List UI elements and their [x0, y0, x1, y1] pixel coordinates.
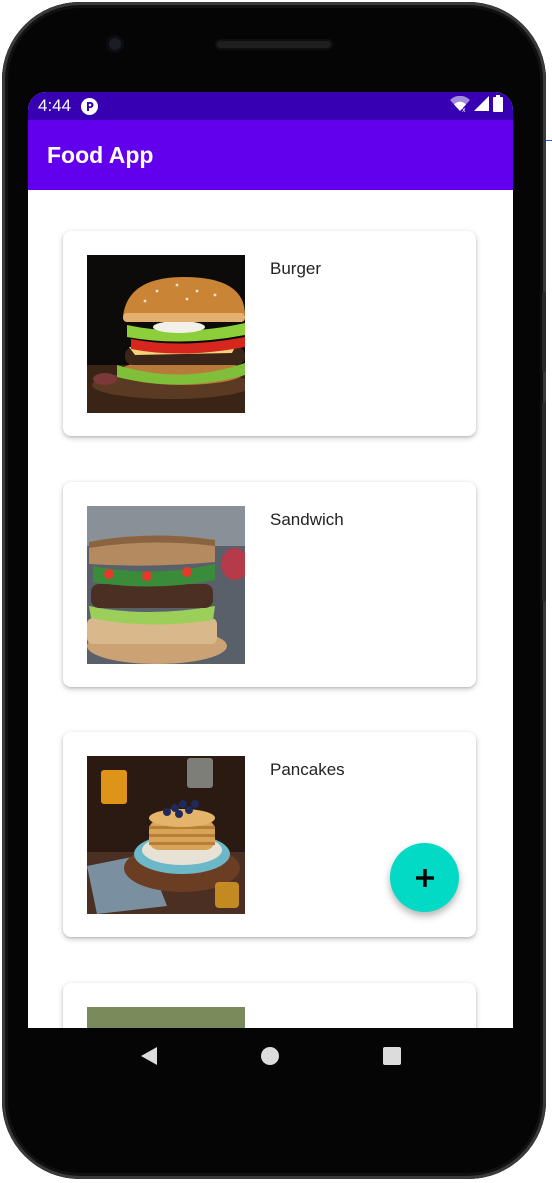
status-time: 4:44	[38, 96, 72, 115]
app-bar: Food App	[28, 120, 513, 190]
plus-icon	[415, 868, 434, 887]
earpiece-speaker	[215, 39, 333, 50]
svg-text:x: x	[462, 107, 466, 112]
app-title: Food App	[47, 141, 154, 168]
recents-icon[interactable]	[382, 1046, 402, 1071]
food-image	[87, 756, 245, 914]
front-camera	[106, 35, 124, 53]
food-name: Burger	[270, 259, 322, 278]
back-icon[interactable]	[139, 1046, 159, 1071]
food-name: Pancakes	[270, 760, 345, 779]
edge-link-fragment	[546, 130, 552, 141]
food-image	[87, 255, 245, 413]
food-card[interactable]: Burger	[63, 231, 476, 436]
food-image	[87, 1007, 245, 1028]
food-card[interactable]	[63, 983, 476, 1028]
signal-icon	[474, 96, 489, 116]
food-card[interactable]: Sandwich	[63, 482, 476, 687]
wifi-icon: x	[450, 95, 470, 117]
volume-button	[542, 292, 546, 372]
food-image	[87, 506, 245, 664]
add-food-button[interactable]	[390, 843, 459, 912]
status-bar: 4:44 x	[28, 92, 513, 120]
navigation-bar	[28, 1028, 513, 1088]
home-icon[interactable]	[260, 1046, 280, 1071]
battery-icon	[493, 95, 503, 117]
food-name: Sandwich	[270, 510, 344, 529]
app-notification-icon	[81, 97, 99, 115]
power-button	[542, 402, 546, 602]
